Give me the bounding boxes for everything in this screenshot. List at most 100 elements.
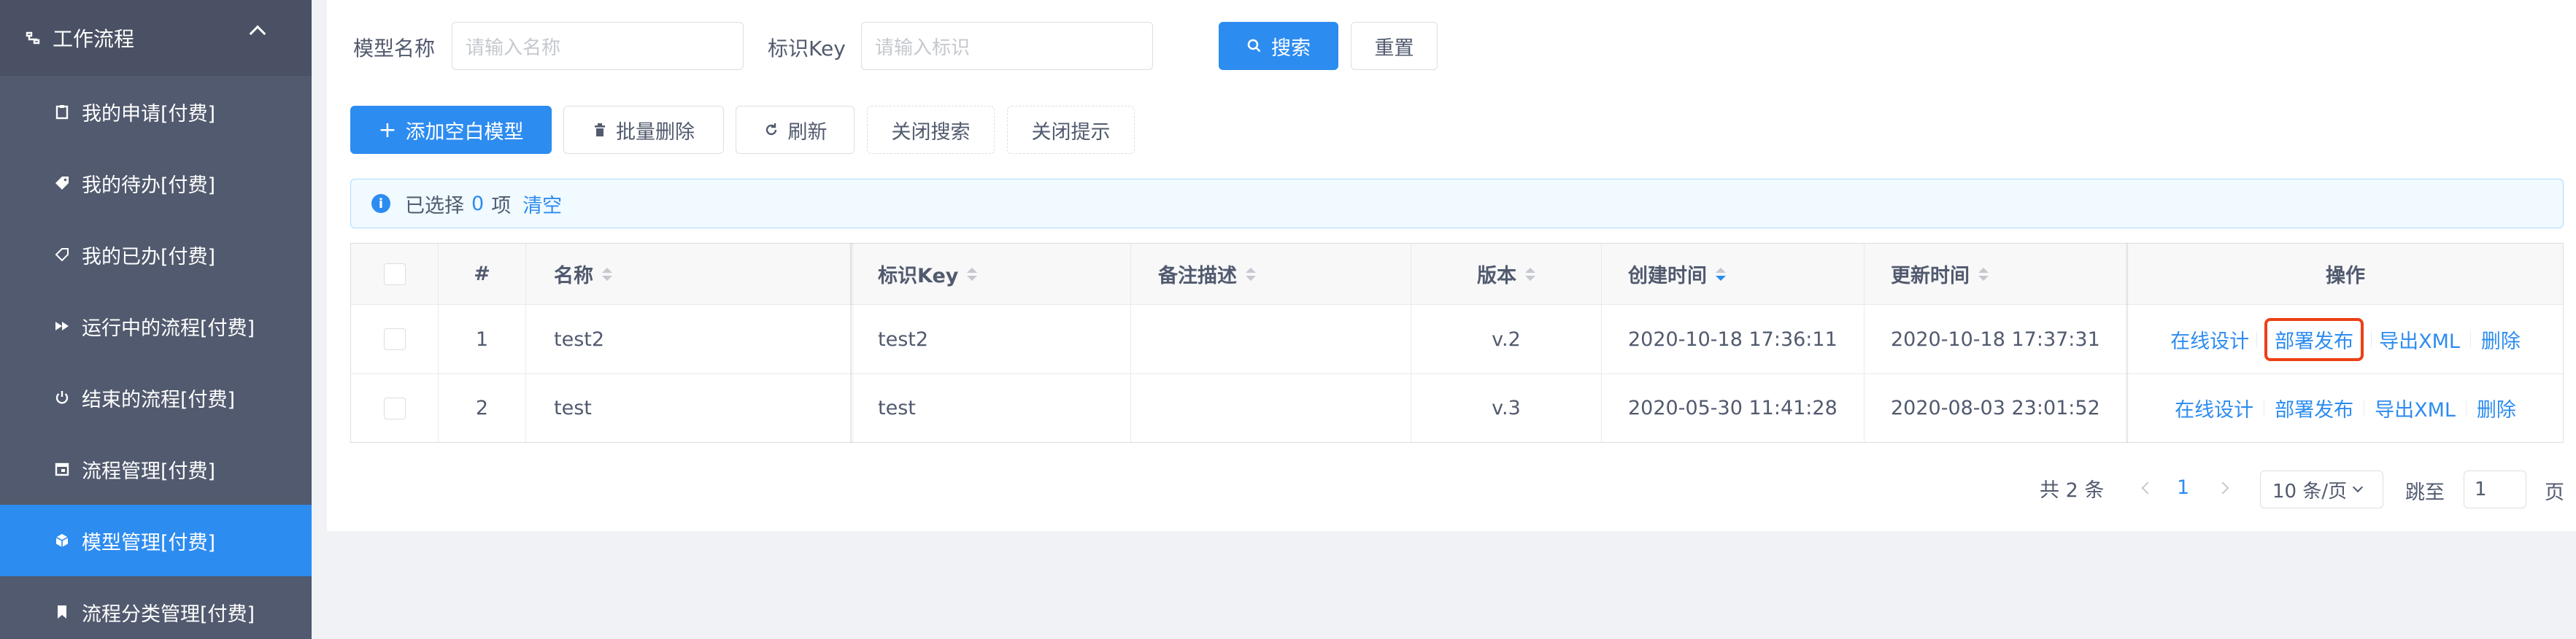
fixed-column-shadow [2126,243,2129,443]
design-link[interactable]: 在线设计 [2170,325,2249,354]
cell-index: 2 [439,374,526,442]
header-updated-label: 更新时间 [1891,265,1970,287]
flow-icon [25,30,41,46]
design-link[interactable]: 在线设计 [2175,394,2253,422]
deploy-link[interactable]: 部署发布 [2264,317,2364,361]
selection-prefix: 已选择 [405,194,464,217]
column-resize-shadow [850,243,854,443]
sidebar-item-model-manage[interactable]: 模型管理[付费] [0,505,312,576]
info-icon: i [371,194,390,213]
table-row: 2 test test v.3 2020-05-30 11:41:28 2020… [351,374,2563,442]
action-divider [2371,331,2372,347]
key-label: 标识Key [768,36,846,61]
cell-actions: 在线设计 部署发布 导出XML 删除 [2128,374,2563,442]
table-row: 1 test2 test2 v.2 2020-10-18 17:36:11 20… [351,305,2563,374]
sidebar-item-my-todo[interactable]: 我的待办[付费] [0,147,312,219]
cell-version: v.3 [1411,374,1602,442]
sidebar-item-running[interactable]: 运行中的流程[付费] [0,290,312,362]
header-updated[interactable]: 更新时间 [1864,244,2128,304]
sidebar-item-category-manage[interactable]: 流程分类管理[付费] [0,576,312,639]
trash-icon [593,122,607,138]
deploy-link[interactable]: 部署发布 [2275,394,2353,422]
jump-label: 跳至 [2405,481,2445,504]
header-version-label: 版本 [1477,265,1516,287]
cell-created: 2020-10-18 17:36:11 [1602,305,1864,373]
sort-icon[interactable] [602,267,612,281]
cell-updated: 2020-08-03 23:01:52 [1864,374,2128,442]
cell-index: 1 [439,305,526,373]
action-divider [2256,331,2258,347]
chevron-up-icon[interactable] [249,25,266,42]
sidebar-item-label: 结束的流程[付费] [82,388,236,411]
selection-alert: i 已选择 0 项 清空 [350,179,2564,228]
batch-delete-button[interactable]: 批量删除 [563,106,724,154]
row-checkbox-cell [351,374,439,442]
cell-actions: 在线设计 部署发布 导出XML 删除 [2128,305,2563,373]
select-all-checkbox[interactable] [383,263,406,285]
header-created[interactable]: 创建时间 [1602,244,1864,304]
calendar-icon [54,461,70,477]
sidebar-item-my-done[interactable]: 我的已办[付费] [0,219,312,290]
header-actions: 操作 [2326,265,2365,287]
sidebar-item-process-manage[interactable]: 流程管理[付费] [0,433,312,505]
tag-icon [54,175,70,191]
jump-page-input[interactable]: 1 [2464,470,2526,508]
header-key[interactable]: 标识Key [852,244,1131,304]
sort-icon[interactable] [1246,267,1256,281]
action-divider [2465,400,2467,417]
export-xml-link[interactable]: 导出XML [2375,394,2456,422]
selection-count: 0 [471,192,485,215]
action-divider [2469,331,2471,347]
row-checkbox[interactable] [383,397,406,419]
sort-icon[interactable] [1525,267,1535,281]
close-search-button[interactable]: 关闭搜索 [867,106,995,154]
sidebar-item-finished[interactable]: 结束的流程[付费] [0,362,312,433]
refresh-button[interactable]: 刷新 [736,106,855,154]
sidebar-item-label: 我的待办[付费] [82,174,216,197]
sort-icon[interactable] [1978,267,1989,281]
close-tips-button[interactable]: 关闭提示 [1007,106,1135,154]
tag-outline-icon [54,247,70,263]
model-name-input[interactable]: 请输入名称 [452,22,744,70]
clear-selection-link[interactable]: 清空 [522,190,562,218]
page-size-select[interactable]: 10 条/页 [2260,470,2383,508]
header-name-label: 名称 [554,265,593,287]
header-created-label: 创建时间 [1628,265,1707,287]
current-page[interactable]: 1 [2177,476,2189,499]
cell-key: test [852,374,1131,442]
table-header: # 名称 标识Key 备注描述 版本 创建时间 更新时间 操作 [351,244,2563,305]
row-checkbox[interactable] [383,328,406,350]
header-version[interactable]: 版本 [1411,244,1602,304]
power-icon [54,390,70,406]
sidebar: 工作流程 我的申请[付费] 我的待办[付费] 我的已办[付费] 运行中的流程[付… [0,0,312,639]
reset-button-label: 重置 [1374,36,1414,60]
add-model-button[interactable]: + 添加空白模型 [350,106,552,154]
reset-button[interactable]: 重置 [1351,22,1438,70]
sidebar-item-label: 流程分类管理[付费] [82,603,255,626]
chevron-down-icon [2353,481,2364,493]
add-model-label: 添加空白模型 [405,120,524,144]
export-xml-link[interactable]: 导出XML [2379,325,2460,354]
cell-created: 2020-05-30 11:41:28 [1602,374,1864,442]
delete-link[interactable]: 删除 [2481,325,2521,354]
fast-forward-icon [54,318,70,334]
delete-link[interactable]: 删除 [2477,394,2516,422]
header-name[interactable]: 名称 [526,244,852,304]
selection-suffix: 项 [491,194,512,217]
cube-icon [54,532,70,549]
sidebar-item-label: 模型管理[付费] [82,531,216,554]
sort-icon[interactable] [967,267,978,281]
key-input[interactable]: 请输入标识 [861,22,1153,70]
model-name-label: 模型名称 [353,36,436,61]
row-checkbox-cell [351,305,439,373]
header-desc[interactable]: 备注描述 [1131,244,1411,304]
header-desc-label: 备注描述 [1158,265,1237,287]
sort-desc-active-icon[interactable] [1716,267,1726,281]
sidebar-item-my-apply[interactable]: 我的申请[付费] [0,76,312,147]
close-search-label: 关闭搜索 [891,120,971,144]
search-button[interactable]: 搜索 [1219,22,1338,70]
plus-icon: + [378,117,397,143]
sidebar-group-workflow[interactable]: 工作流程 [0,0,312,76]
header-key-label: 标识Key [878,265,959,287]
sidebar-item-label: 我的已办[付费] [82,245,216,268]
